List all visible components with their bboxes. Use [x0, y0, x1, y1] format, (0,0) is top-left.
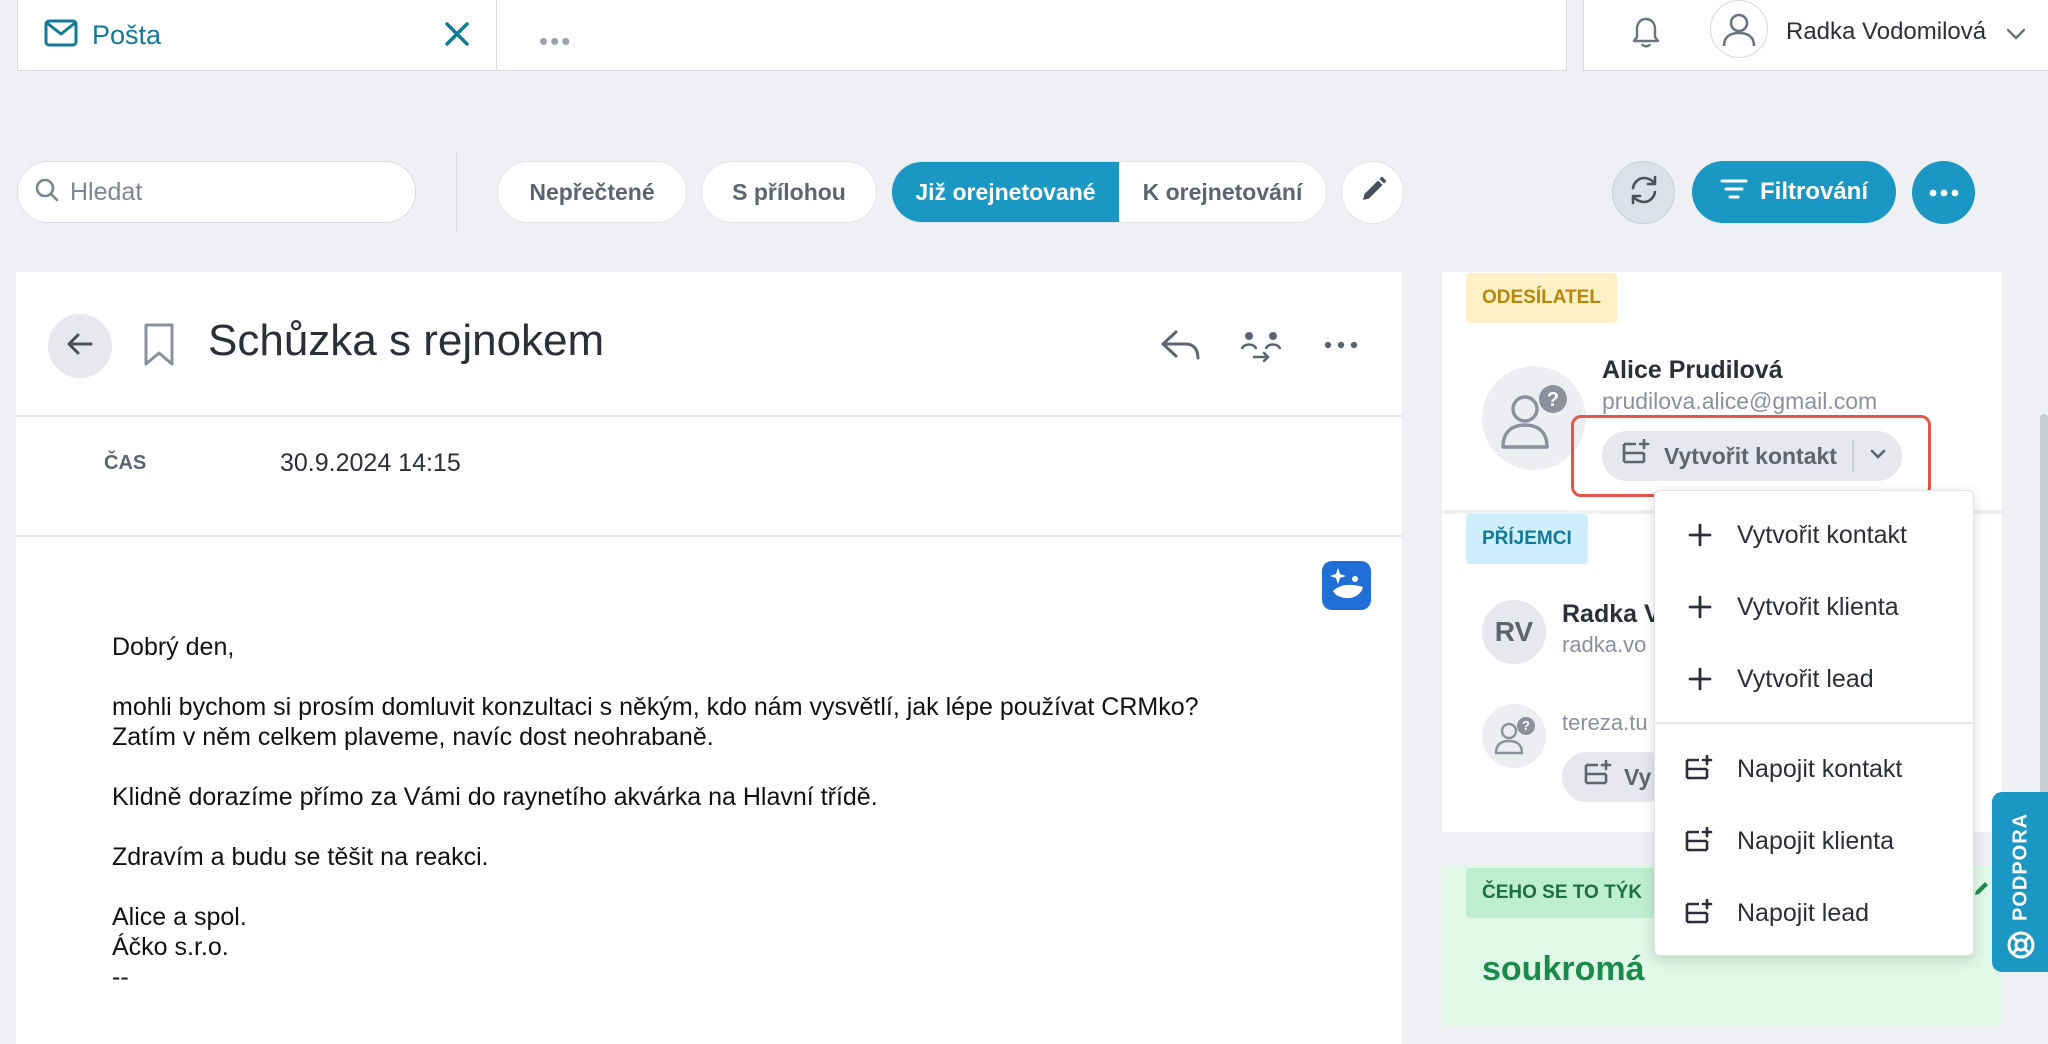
bell-icon[interactable]: [1628, 14, 1664, 50]
search-input[interactable]: [70, 177, 390, 207]
menu-item-label: Napojit klienta: [1737, 826, 1895, 855]
link-add-icon: [1685, 826, 1715, 856]
divider: [456, 152, 457, 232]
divider: [16, 415, 1402, 417]
email-body-line: --: [112, 963, 129, 991]
menu-item-label: Napojit lead: [1737, 898, 1870, 927]
ai-sparkle-icon: [1329, 565, 1365, 606]
chevron-down-icon[interactable]: [2004, 22, 2028, 46]
link-add-icon: [1685, 754, 1715, 784]
processed-toggle: Již orejnetované K orejnetování: [891, 161, 1327, 223]
topic-tag: ČEHO SE TO TÝK: [1466, 868, 1659, 918]
sender-email[interactable]: prudilova.alice@gmail.com: [1602, 388, 1877, 415]
recipient-initials-avatar: RV: [1482, 600, 1546, 664]
menu-item-label: Napojit kontakt: [1737, 754, 1903, 783]
time-label: ČAS: [104, 452, 147, 474]
avatar[interactable]: [1710, 0, 1768, 58]
link-add-icon: [1584, 759, 1614, 794]
filter-lines-icon: [1720, 177, 1748, 208]
plus-icon: [1685, 592, 1715, 622]
sender-name: Alice Prudilová: [1602, 356, 1783, 384]
plus-icon: [1685, 664, 1715, 694]
filter-button-label: Filtrování: [1759, 178, 1868, 205]
menu-item-link-lead[interactable]: Napojit lead: [1655, 883, 1975, 943]
more-options-button[interactable]: [1912, 161, 1975, 224]
menu-item-create-contact[interactable]: Vytvořit kontakt: [1655, 505, 1975, 565]
pencil-icon[interactable]: [1972, 878, 1992, 903]
edit-button[interactable]: [1341, 161, 1404, 224]
ai-assistant-button[interactable]: [1322, 561, 1371, 610]
email-subject: Schůzka s rejnokem: [208, 316, 605, 365]
create-contact-dropdown-toggle[interactable]: [1854, 444, 1902, 469]
create-contact-button[interactable]: Vytvořit kontakt: [1602, 438, 1852, 473]
email-body-line: Zdravím a budu se těšit na reakci.: [112, 843, 489, 871]
time-value: 30.9.2024 14:15: [280, 449, 461, 477]
people-assign-icon[interactable]: [1238, 322, 1284, 368]
back-button[interactable]: [48, 314, 112, 378]
create-contact-label: Vy: [1624, 763, 1652, 790]
topic-value: soukromá: [1482, 950, 1645, 988]
menu-item-label: Vytvořit kontakt: [1737, 520, 1907, 549]
tab-label: Pošta: [92, 19, 162, 50]
email-body-line: Dobrý den,: [112, 633, 235, 661]
filter-unread[interactable]: Nepřečtené: [497, 161, 687, 223]
link-add-icon: [1622, 438, 1652, 473]
close-icon[interactable]: [440, 17, 474, 51]
scrollbar[interactable]: [2040, 414, 2048, 794]
menu-item-link-contact[interactable]: Napojit kontakt: [1655, 739, 1975, 799]
sync-button[interactable]: [1612, 161, 1675, 224]
menu-item-create-client[interactable]: Vytvořit klienta: [1655, 577, 1975, 637]
bookmark-icon[interactable]: [142, 322, 176, 368]
create-contact-menu: Vytvořit kontakt Vytvořit klienta Vytvoř…: [1654, 490, 1975, 956]
plus-icon: [1685, 520, 1715, 550]
menu-item-create-lead[interactable]: Vytvořit lead: [1655, 649, 1975, 709]
divider: [16, 535, 1402, 537]
email-body-line: Áčko s.r.o.: [112, 933, 229, 961]
email-body-line: Alice a spol.: [112, 903, 247, 931]
more-horizontal-icon[interactable]: [1318, 322, 1364, 368]
filter-button[interactable]: Filtrování: [1692, 161, 1896, 223]
arrow-left-icon: [67, 332, 93, 361]
email-detail: Schůzka s rejnokem ČAS 30.9.2024 14:15 D…: [16, 272, 1402, 1044]
recipient-name: Radka V: [1562, 600, 1661, 628]
recipient-email[interactable]: tereza.tu: [1562, 710, 1648, 736]
filter-with-attachment[interactable]: S přílohou: [701, 161, 877, 223]
email-body-line: mohli bychom si prosím domluvit konzulta…: [112, 693, 1199, 721]
menu-divider: [1655, 722, 1975, 724]
sender-tag: ODESÍLATEL: [1466, 273, 1617, 323]
recipient-email[interactable]: radka.vo: [1562, 632, 1646, 658]
reply-icon[interactable]: [1158, 322, 1204, 368]
sync-icon: [1626, 172, 1662, 213]
menu-item-label: Vytvořit lead: [1737, 664, 1874, 693]
chevron-down-icon: [1868, 444, 1888, 469]
email-body-line: Zatím v něm celkem plaveme, navíc dost n…: [112, 723, 714, 751]
svg-text:?: ?: [1522, 718, 1530, 733]
recipients-tag: PŘÍJEMCI: [1466, 514, 1588, 564]
create-contact-label: Vytvořit kontakt: [1664, 442, 1837, 469]
support-label: PODPORA: [2009, 812, 2032, 922]
lifebuoy-icon: [2006, 930, 2036, 965]
support-tab[interactable]: PODPORA: [1992, 792, 2048, 972]
email-body-line: Klidně dorazíme přímo za Vámi do raynetí…: [112, 783, 878, 811]
top-bar: Pošta ••• Radka Vodomilová: [0, 0, 2048, 71]
filter-already-done[interactable]: Již orejnetované: [892, 162, 1119, 222]
create-contact-split-button: Vytvořit kontakt: [1602, 431, 1902, 481]
search-icon: [34, 177, 60, 208]
menu-item-link-client[interactable]: Napojit klienta: [1655, 811, 1975, 871]
unknown-contact-avatar: ?: [1482, 704, 1546, 768]
more-tabs-icon[interactable]: •••: [539, 28, 572, 54]
link-add-icon: [1685, 898, 1715, 928]
user-name[interactable]: Radka Vodomilová: [1786, 18, 1986, 46]
tab-posta[interactable]: Pošta: [17, 0, 497, 71]
menu-item-label: Vytvořit klienta: [1737, 592, 1899, 621]
search-box[interactable]: [17, 161, 416, 223]
user-area: Radka Vodomilová: [1583, 0, 2048, 71]
more-horizontal-icon: [1929, 184, 1959, 202]
pencil-icon: [1358, 175, 1388, 210]
tab-placeholder: •••: [497, 0, 1567, 71]
mail-icon: [44, 19, 78, 52]
unknown-contact-avatar: ?: [1482, 366, 1586, 470]
svg-text:?: ?: [1547, 389, 1559, 411]
filter-to-do[interactable]: K orejnetování: [1119, 162, 1326, 222]
